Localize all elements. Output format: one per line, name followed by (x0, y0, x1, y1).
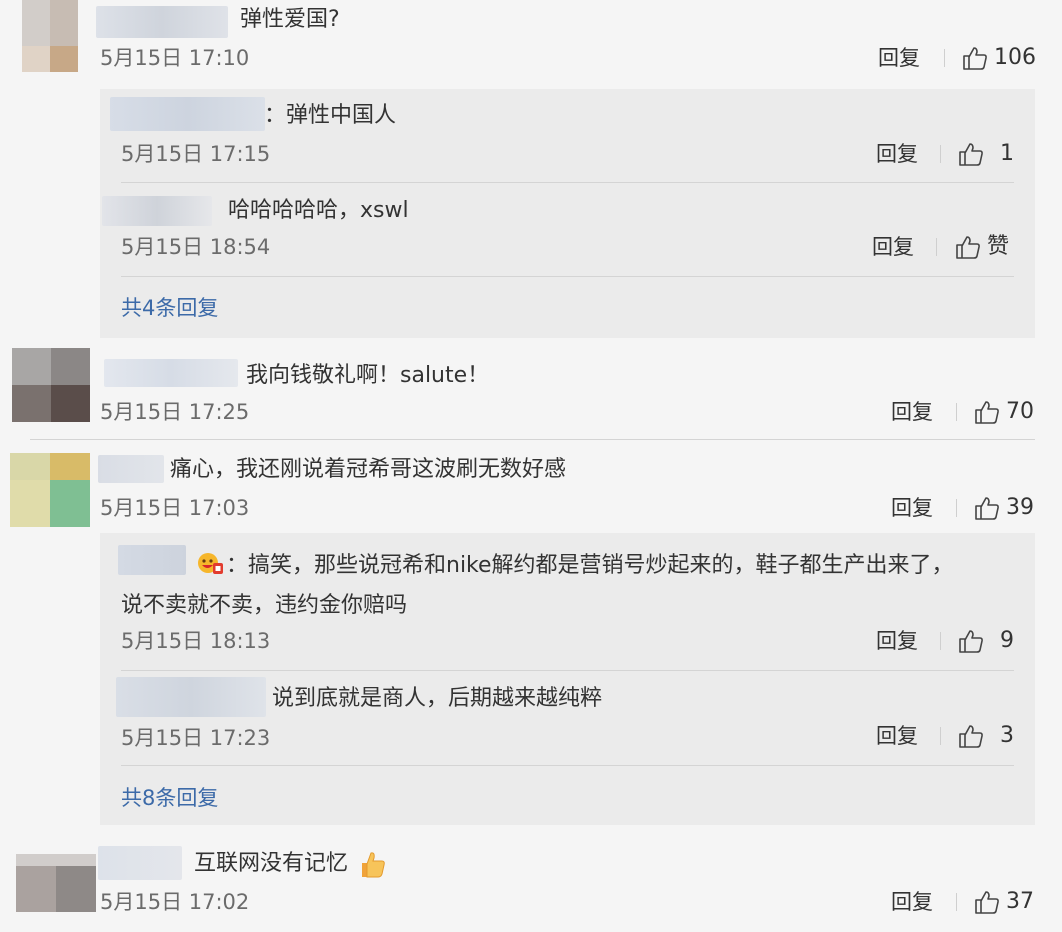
divider (940, 145, 941, 163)
timestamp: 5月15日 17:15 (121, 142, 271, 166)
timestamp: 5月15日 18:54 (121, 235, 271, 259)
timestamp: 5月15日 17:02 (100, 890, 250, 914)
like-button[interactable]: 9 (958, 627, 1014, 655)
like-count: 106 (994, 45, 1036, 70)
username[interactable] (102, 196, 212, 226)
like-count: 1 (1000, 141, 1014, 166)
thumbs-up-emoji (356, 848, 388, 884)
timestamp: 5月15日 17:03 (100, 496, 250, 520)
thumbs-up-icon (962, 45, 988, 71)
reply-button[interactable]: 回复 (876, 722, 918, 750)
smiling-face-emoji (196, 550, 224, 580)
comment-text: 互联网没有记忆 (194, 851, 349, 876)
username[interactable] (96, 6, 228, 38)
avatar[interactable] (12, 348, 90, 422)
divider (121, 765, 1014, 766)
reply-button[interactable]: 回复 (876, 140, 918, 168)
username[interactable] (104, 359, 238, 387)
reply-button[interactable]: 回复 (876, 627, 918, 655)
divider (121, 276, 1014, 277)
like-button[interactable]: 1 (958, 140, 1014, 168)
like-count: 39 (1006, 495, 1034, 520)
like-button[interactable]: 37 (974, 888, 1034, 916)
reply-text: 说到底就是商人，后期越来越纯粹 (272, 686, 603, 711)
reply-button[interactable]: 回复 (872, 233, 914, 261)
timestamp: 5月15日 18:13 (121, 629, 271, 653)
reply-text: 哈哈哈哈哈，xswl (228, 198, 409, 223)
username[interactable] (110, 97, 265, 131)
thumbs-up-icon (958, 723, 984, 749)
avatar[interactable] (10, 453, 90, 527)
like-count: 70 (1006, 399, 1034, 424)
divider (30, 439, 1035, 440)
username[interactable] (98, 846, 182, 880)
username[interactable] (98, 455, 164, 483)
reply-button[interactable]: 回复 (891, 494, 933, 522)
divider (956, 499, 957, 517)
like-button[interactable]: 106 (962, 44, 1036, 72)
divider (944, 49, 945, 67)
more-replies-link[interactable]: 共8条回复 (121, 784, 218, 812)
thumbs-up-icon (955, 234, 981, 260)
reply-button[interactable]: 回复 (891, 398, 933, 426)
username[interactable] (116, 677, 266, 717)
avatar[interactable] (16, 854, 96, 912)
divider (936, 238, 937, 256)
thumbs-up-icon (974, 495, 1000, 521)
reply-text: ：弹性中国人 (264, 103, 397, 128)
thumbs-up-icon (958, 141, 984, 167)
divider (956, 403, 957, 421)
comment-text: 痛心，我还刚说着冠希哥这波刷无数好感 (170, 457, 567, 482)
like-count: 赞 (987, 234, 1010, 259)
comment-text: 弹性爱国? (240, 7, 340, 32)
like-button[interactable]: 赞 (955, 233, 1009, 261)
thumbs-up-icon (958, 628, 984, 654)
divider (121, 182, 1014, 183)
username[interactable] (118, 545, 186, 575)
reply-button[interactable]: 回复 (891, 888, 933, 916)
like-button[interactable]: 39 (974, 494, 1034, 522)
like-count: 9 (1000, 628, 1014, 653)
timestamp: 5月15日 17:23 (121, 726, 271, 750)
thumbs-up-icon (974, 399, 1000, 425)
divider (121, 670, 1014, 671)
divider (940, 727, 941, 745)
thumbs-up-icon (974, 889, 1000, 915)
like-button[interactable]: 70 (974, 398, 1034, 426)
like-count: 3 (1000, 723, 1014, 748)
divider (940, 632, 941, 650)
reply-text-continued: 说不卖就不卖，违约金你赔吗 (121, 593, 408, 618)
reply-button[interactable]: 回复 (878, 44, 920, 72)
reply-text: ：搞笑，那些说冠希和nike解约都是营销号炒起来的，鞋子都生产出来了， (226, 553, 954, 578)
timestamp: 5月15日 17:10 (100, 46, 250, 70)
divider (956, 893, 957, 911)
avatar[interactable] (22, 0, 78, 72)
more-replies-link[interactable]: 共4条回复 (121, 294, 218, 322)
like-count: 37 (1006, 889, 1034, 914)
comment-text: 我向钱敬礼啊！salute！ (246, 363, 490, 388)
like-button[interactable]: 3 (958, 722, 1014, 750)
timestamp: 5月15日 17:25 (100, 400, 250, 424)
